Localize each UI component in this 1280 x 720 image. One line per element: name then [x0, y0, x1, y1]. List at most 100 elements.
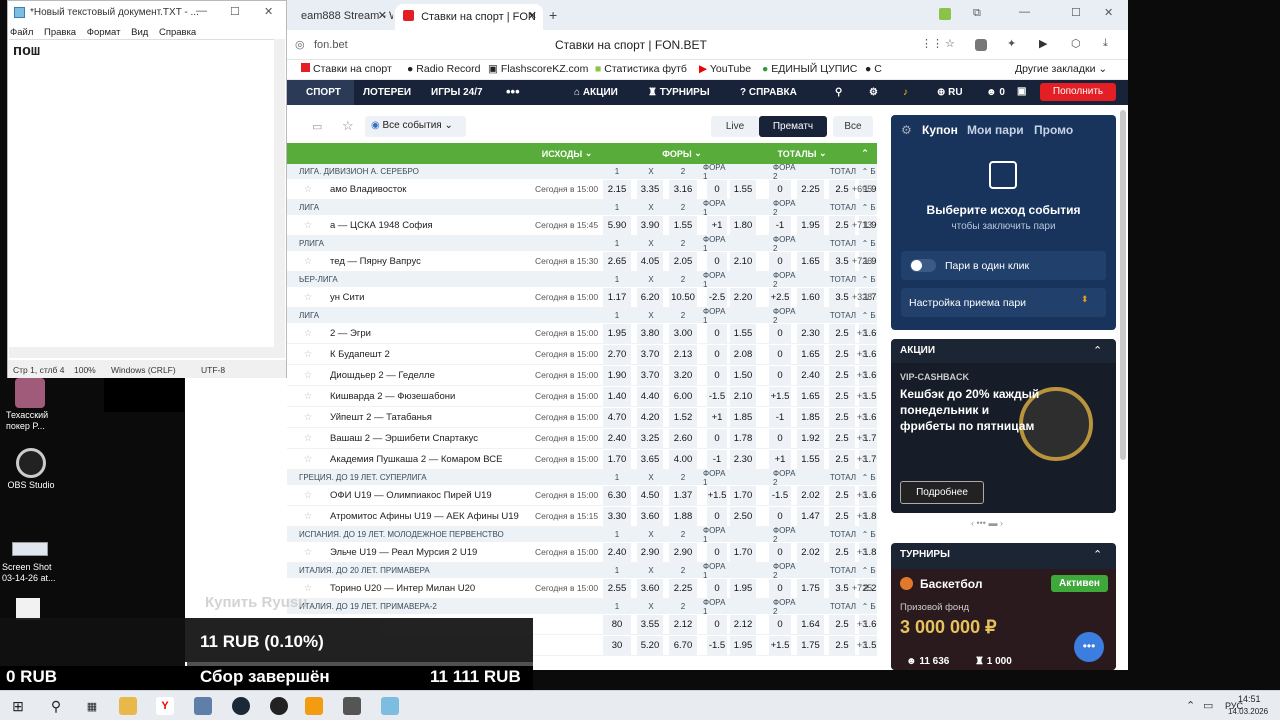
odds-cell[interactable]: 1.92 [797, 429, 824, 448]
odds-cell[interactable]: 1.17 [603, 288, 631, 307]
bookmark-c[interactable]: ● С [865, 63, 882, 75]
desktop-icon-poker[interactable]: Техасский покер P... [6, 378, 54, 438]
event-name[interactable]: 2 — Эгри [330, 323, 371, 343]
odds-cell[interactable]: 1.47 [797, 507, 824, 526]
tab-my-bets[interactable]: Мои пари [967, 123, 1024, 137]
menu-help[interactable]: Справка [159, 27, 196, 38]
odds-cell[interactable]: 0 [769, 252, 791, 271]
tab-coupon[interactable]: Купон [922, 123, 958, 137]
odds-cell[interactable]: 0 [769, 366, 791, 385]
odds-cell[interactable]: 0 [769, 615, 791, 634]
collapse-icon[interactable]: ⌃ [1093, 344, 1102, 357]
odds-cell[interactable]: 1.95 [603, 324, 631, 343]
nav-games[interactable]: ИГРЫ 24/7 [431, 87, 483, 98]
minimize-icon[interactable]: — [196, 5, 207, 17]
odds-cell[interactable]: 0 [707, 615, 727, 634]
odds-cell[interactable]: 2.13 [669, 345, 697, 364]
search-icon[interactable]: ⚲ [47, 697, 65, 715]
odds-cell[interactable]: 1.75 [797, 579, 824, 598]
more-markets-link[interactable]: +3 [847, 614, 877, 634]
odds-cell[interactable]: 1.75 [797, 636, 824, 655]
odds-cell[interactable]: 1.70 [730, 486, 756, 505]
nav-promotions[interactable]: ⌂ АКЦИИ [574, 87, 618, 98]
odds-cell[interactable]: 2.60 [669, 429, 697, 448]
odds-cell[interactable]: 3.70 [637, 345, 663, 364]
network-icon[interactable]: ▭ [1203, 699, 1213, 712]
odds-cell[interactable]: -2.5 [707, 288, 727, 307]
odds-cell[interactable]: 3.90 [637, 216, 663, 235]
odds-cell[interactable]: +1.5 [769, 636, 791, 655]
odds-cell[interactable]: +1.5 [707, 486, 727, 505]
odds-cell[interactable]: 2.25 [669, 579, 697, 598]
windows-start-icon[interactable]: ⊞ [9, 697, 27, 715]
odds-cell[interactable]: 0 [769, 180, 791, 199]
odds-cell[interactable]: 0 [707, 366, 727, 385]
wallet-icon[interactable]: ▣ [1017, 86, 1026, 97]
more-markets-link[interactable]: +3 [847, 506, 877, 526]
odds-cell[interactable]: 2.12 [669, 615, 697, 634]
more-markets-link[interactable]: +725 [847, 578, 877, 598]
close-icon[interactable]: ✕ [378, 9, 387, 22]
tab-all[interactable]: Все [833, 116, 873, 137]
odds-cell[interactable]: +1 [769, 450, 791, 469]
odds-cell[interactable]: 10.50 [669, 288, 697, 307]
odds-cell[interactable]: 1.60 [797, 288, 824, 307]
odds-cell[interactable]: 0 [769, 345, 791, 364]
odds-cell[interactable]: 3.25 [637, 429, 663, 448]
odds-cell[interactable]: 2.65 [603, 252, 631, 271]
odds-cell[interactable]: 2.20 [730, 288, 756, 307]
column-outcomes[interactable]: ИСХОДЫ ⌄ [537, 143, 597, 164]
favorite-star-icon[interactable]: ☆ [301, 542, 315, 562]
odds-cell[interactable]: 3.35 [637, 180, 663, 199]
odds-cell[interactable]: 1.65 [797, 252, 824, 271]
collapse-icon[interactable]: ⌃ [857, 527, 873, 542]
event-name[interactable]: Вашаш 2 — Эршибети Спартакус [330, 428, 478, 448]
odds-cell[interactable]: 4.00 [669, 450, 697, 469]
nav-sport-label[interactable]: СПОРТ [306, 87, 341, 98]
app-icon[interactable] [343, 697, 361, 715]
nav-help[interactable]: ? СПРАВКА [740, 87, 797, 98]
gear-icon[interactable]: ⚙ [869, 87, 878, 98]
menu-file[interactable]: Файл [10, 27, 33, 38]
odds-cell[interactable]: 4.40 [637, 387, 663, 406]
more-markets-link[interactable]: +328 [847, 287, 877, 307]
odds-cell[interactable]: 1.40 [603, 387, 631, 406]
collapse-icon[interactable]: ⌃ [857, 563, 873, 578]
event-name[interactable]: Кишварда 2 — Фюзешабони [330, 386, 455, 406]
odds-cell[interactable]: 2.10 [730, 252, 756, 271]
odds-cell[interactable]: -1 [769, 408, 791, 427]
event-name[interactable]: амо Владивосток [330, 179, 406, 199]
minimize-icon[interactable]: — [1019, 6, 1030, 18]
odds-cell[interactable]: 0 [769, 543, 791, 562]
menu-view[interactable]: Вид [131, 27, 148, 38]
odds-cell[interactable]: 2.15 [603, 180, 631, 199]
bookmark-flashscore[interactable]: ▣ FlashscoreKZ.com [488, 63, 588, 75]
bookmark-youtube[interactable]: ▶ YouTube [699, 63, 751, 75]
collapse-icon[interactable]: ⌃ [857, 236, 873, 251]
odds-cell[interactable]: 6.20 [637, 288, 663, 307]
odds-cell[interactable]: 1.37 [669, 486, 697, 505]
odds-cell[interactable]: 1.55 [730, 180, 756, 199]
calendar-icon[interactable]: ▭ [312, 120, 322, 133]
event-name[interactable]: тед — Пярну Вапрус [330, 251, 421, 271]
odds-cell[interactable]: 1.85 [797, 408, 824, 427]
more-markets-link[interactable]: +726 [847, 251, 877, 271]
collapse-icon[interactable]: ⌃ [857, 272, 873, 287]
calculator-icon[interactable] [194, 697, 212, 715]
horizontal-scrollbar[interactable] [9, 347, 285, 358]
odds-cell[interactable]: +2.5 [769, 288, 791, 307]
odds-cell[interactable]: 2.12 [730, 615, 756, 634]
chat-button[interactable]: ••• [1074, 632, 1104, 662]
odds-cell[interactable]: 3.55 [637, 615, 663, 634]
odds-cell[interactable]: 0 [707, 345, 727, 364]
odds-cell[interactable]: 3.16 [669, 180, 697, 199]
odds-cell[interactable]: 1.52 [669, 408, 697, 427]
favorite-star-icon[interactable]: ☆ [301, 323, 315, 343]
collapse-icon[interactable]: ⌃ [855, 143, 875, 164]
event-name[interactable]: Торино U20 — Интер Милан U20 [330, 578, 475, 598]
tab-fonbet[interactable]: Ставки на спорт | FON ✕ [395, 4, 543, 30]
more-markets-link[interactable]: +713 [847, 215, 877, 235]
favorite-star-icon[interactable]: ☆ [301, 449, 315, 469]
more-markets-link[interactable]: +3 [847, 428, 877, 448]
odds-cell[interactable]: 6.00 [669, 387, 697, 406]
